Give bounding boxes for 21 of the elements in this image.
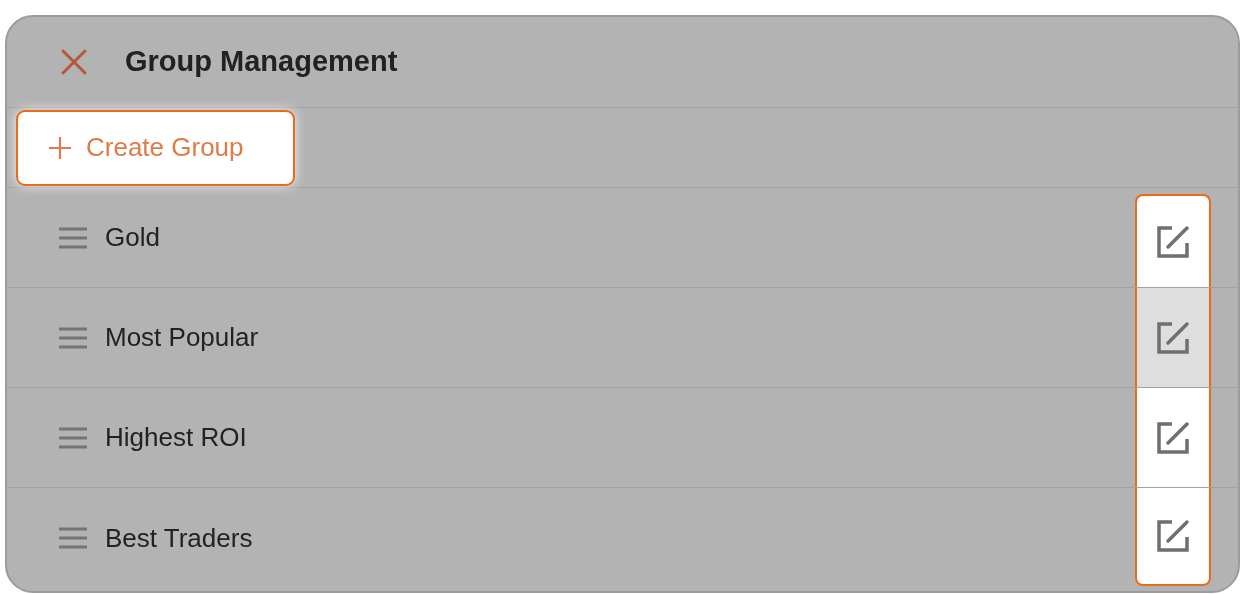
group-name: Gold	[105, 221, 160, 254]
plus-icon	[48, 135, 72, 160]
edit-button[interactable]	[1135, 288, 1211, 387]
dialog-title: Group Management	[125, 44, 398, 80]
edit-button[interactable]	[1135, 194, 1211, 287]
create-group-button[interactable]: Create Group	[16, 109, 295, 186]
edit-icon	[1156, 320, 1190, 355]
drag-handle-icon[interactable]	[59, 326, 87, 349]
drag-handle-icon[interactable]	[59, 527, 87, 549]
group-name: Highest ROI	[105, 421, 247, 454]
edit-button[interactable]	[1135, 488, 1211, 586]
edit-icon	[1156, 420, 1190, 455]
drag-handle-icon[interactable]	[59, 426, 87, 449]
close-button[interactable]	[59, 47, 89, 77]
edit-button[interactable]	[1135, 388, 1211, 487]
close-icon	[60, 48, 88, 76]
drag-handle-icon[interactable]	[59, 226, 87, 249]
edit-icon	[1156, 224, 1190, 259]
group-name: Best Traders	[105, 521, 253, 555]
edit-icon	[1156, 519, 1190, 553]
group-name: Most Popular	[105, 321, 259, 354]
